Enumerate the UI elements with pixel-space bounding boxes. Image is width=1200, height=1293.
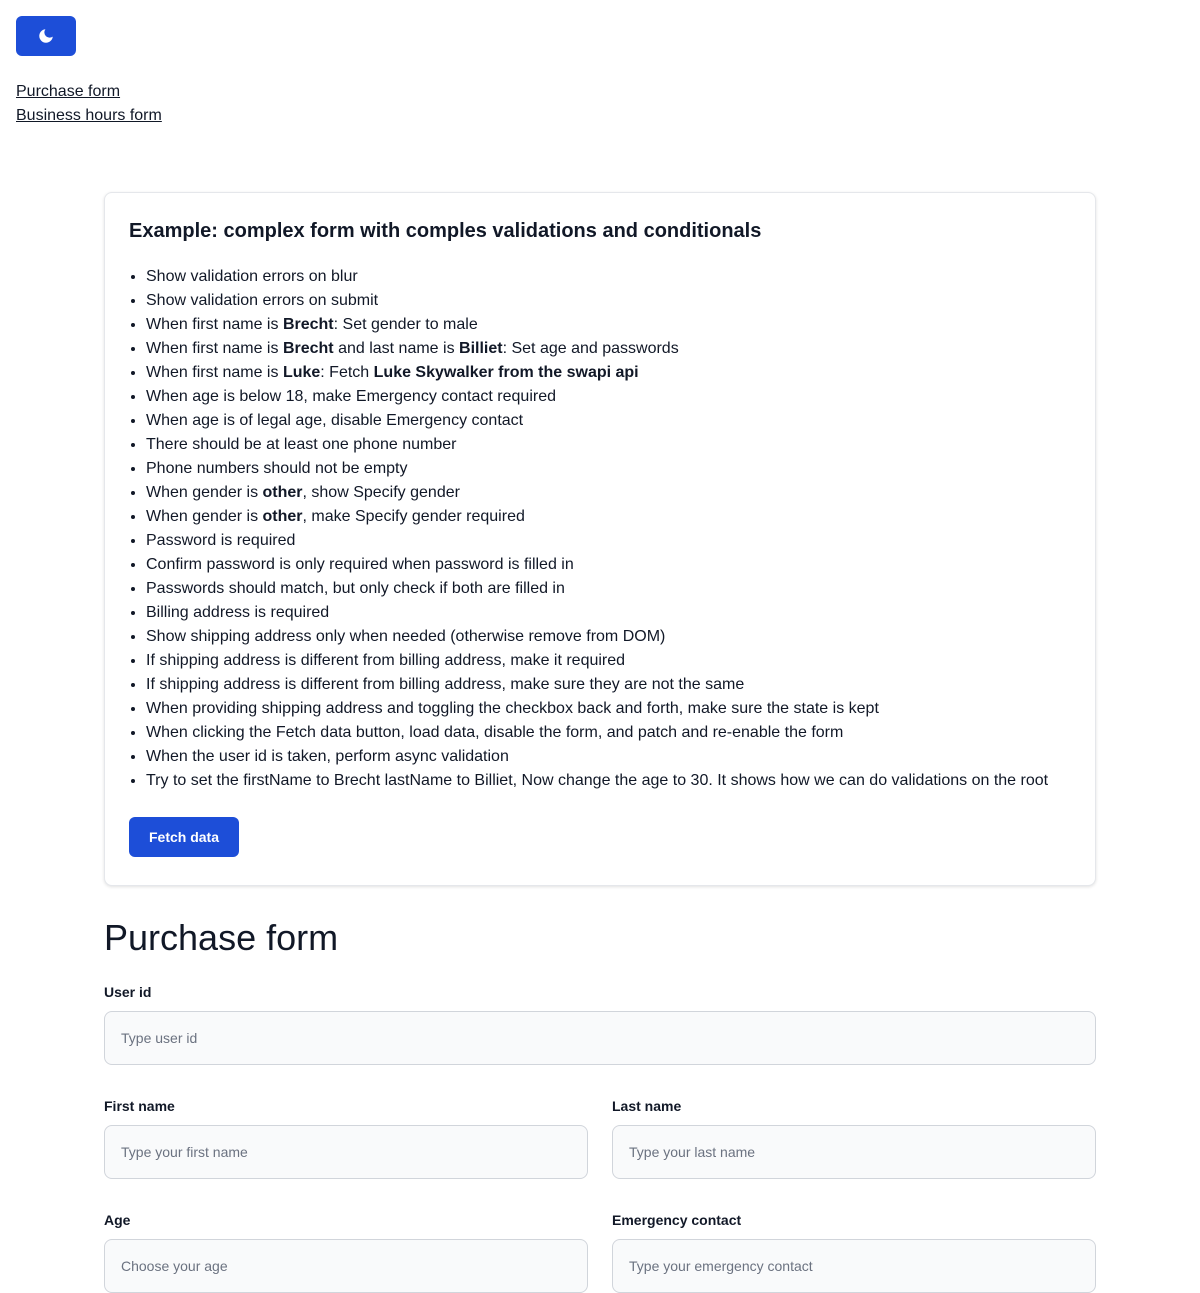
rule-text: When age is below 18, make Emergency con… [146, 388, 556, 405]
fetch-data-button[interactable]: Fetch data [129, 817, 239, 857]
rule-text: Show shipping address only when needed (… [146, 628, 666, 645]
rule-text: If shipping address is different from bi… [146, 676, 745, 693]
rule-text: Show validation errors on submit [146, 292, 379, 309]
rule-item: When first name is Luke: Fetch Luke Skyw… [146, 361, 1071, 385]
rule-item: If shipping address is different from bi… [146, 673, 1071, 697]
page-title: Purchase form [104, 917, 339, 958]
rule-item: If shipping address is different from bi… [146, 649, 1071, 673]
last-name-input[interactable] [612, 1125, 1096, 1179]
age-field: Age [104, 1210, 588, 1293]
rule-item: There should be at least one phone numbe… [146, 433, 1071, 457]
rule-item: When gender is other, show Specify gende… [146, 481, 1071, 505]
rule-item: When first name is Brecht and last name … [146, 337, 1071, 361]
rule-item: Show validation errors on submit [146, 289, 1071, 313]
user-id-label: User id [104, 984, 152, 1000]
rule-item: Phone numbers should not be empty [146, 457, 1071, 481]
nav-link-business-hours-form[interactable]: Business hours form [16, 104, 162, 128]
rule-text: Password is required [146, 532, 296, 549]
top-nav: Purchase form Business hours form [16, 80, 162, 128]
rule-text: Show validation errors on blur [146, 268, 358, 285]
rule-item: Show shipping address only when needed (… [146, 625, 1071, 649]
rule-text: Phone numbers should not be empty [146, 460, 408, 477]
rule-emphasis: Luke Skywalker from the swapi api [373, 364, 639, 381]
user-id-input[interactable] [104, 1011, 1096, 1065]
rule-item: When gender is other, make Specify gende… [146, 505, 1071, 529]
rules-list: Show validation errors on blur Show valid… [129, 265, 1071, 793]
moon-icon [37, 27, 55, 45]
rule-text: When first name is [146, 340, 283, 357]
rule-text: When providing shipping address and togg… [146, 700, 879, 717]
rule-emphasis: Luke [282, 364, 321, 381]
nav-link-purchase-form[interactable]: Purchase form [16, 80, 162, 104]
age-label: Age [104, 1212, 131, 1228]
rule-item: When age is below 18, make Emergency con… [146, 385, 1071, 409]
rule-item: Show validation errors on blur [146, 265, 1071, 289]
rule-text: If shipping address is different from bi… [146, 652, 626, 669]
first-name-label: First name [104, 1098, 175, 1114]
rule-item: Password is required [146, 529, 1071, 553]
emergency-contact-label: Emergency contact [612, 1212, 742, 1228]
rule-emphasis: other [262, 484, 303, 501]
emergency-contact-field: Emergency contact [612, 1210, 1096, 1293]
user-id-field: User id [104, 982, 1096, 1065]
rule-emphasis: Brecht [282, 340, 334, 357]
rule-item: Passwords should match, but only check i… [146, 577, 1071, 601]
card-title: Example: complex form with comples valid… [129, 220, 762, 242]
rule-text: , show Specify gender [302, 484, 460, 501]
first-name-field: First name [104, 1096, 588, 1179]
theme-toggle-button[interactable] [16, 16, 76, 56]
rule-text: Billing address is required [146, 604, 330, 621]
rule-text: Try to set the firstName to Brecht lastN… [146, 772, 1049, 789]
rule-item: When age is of legal age, disable Emerge… [146, 409, 1071, 433]
rule-text: When clicking the Fetch data button, loa… [146, 724, 844, 741]
rule-text: There should be at least one phone numbe… [146, 436, 457, 453]
rule-emphasis: Billiet [459, 340, 503, 357]
age-input[interactable] [104, 1239, 588, 1293]
rule-text: and last name is [333, 340, 460, 357]
rule-emphasis: Brecht [282, 316, 334, 333]
rule-text: Confirm password is only required when p… [146, 556, 574, 573]
rule-text: : Set gender to male [333, 316, 478, 333]
rule-text: : Set age and passwords [502, 340, 679, 357]
rule-text: When first name is [146, 364, 283, 381]
rule-item: Confirm password is only required when p… [146, 553, 1071, 577]
rule-text: Passwords should match, but only check i… [146, 580, 565, 597]
rule-item: When providing shipping address and togg… [146, 697, 1071, 721]
rule-item: When clicking the Fetch data button, loa… [146, 721, 1071, 745]
rule-text: , make Specify gender required [302, 508, 525, 525]
rule-text: When gender is [146, 484, 263, 501]
rule-item: When the user id is taken, perform async… [146, 745, 1071, 769]
emergency-contact-input[interactable] [612, 1239, 1096, 1293]
info-card: Example: complex form with comples valid… [104, 192, 1096, 886]
rule-text: When gender is [146, 508, 263, 525]
rule-text: When age is of legal age, disable Emerge… [146, 412, 524, 429]
last-name-label: Last name [612, 1098, 682, 1114]
rule-item: Try to set the firstName to Brecht lastN… [146, 769, 1071, 793]
last-name-field: Last name [612, 1096, 1096, 1179]
rule-text: When first name is [146, 316, 283, 333]
rule-item: Billing address is required [146, 601, 1071, 625]
first-name-input[interactable] [104, 1125, 588, 1179]
rule-text: : Fetch [320, 364, 374, 381]
rule-item: When first name is Brecht: Set gender to… [146, 313, 1071, 337]
rule-text: When the user id is taken, perform async… [146, 748, 509, 765]
rule-emphasis: other [262, 508, 303, 525]
